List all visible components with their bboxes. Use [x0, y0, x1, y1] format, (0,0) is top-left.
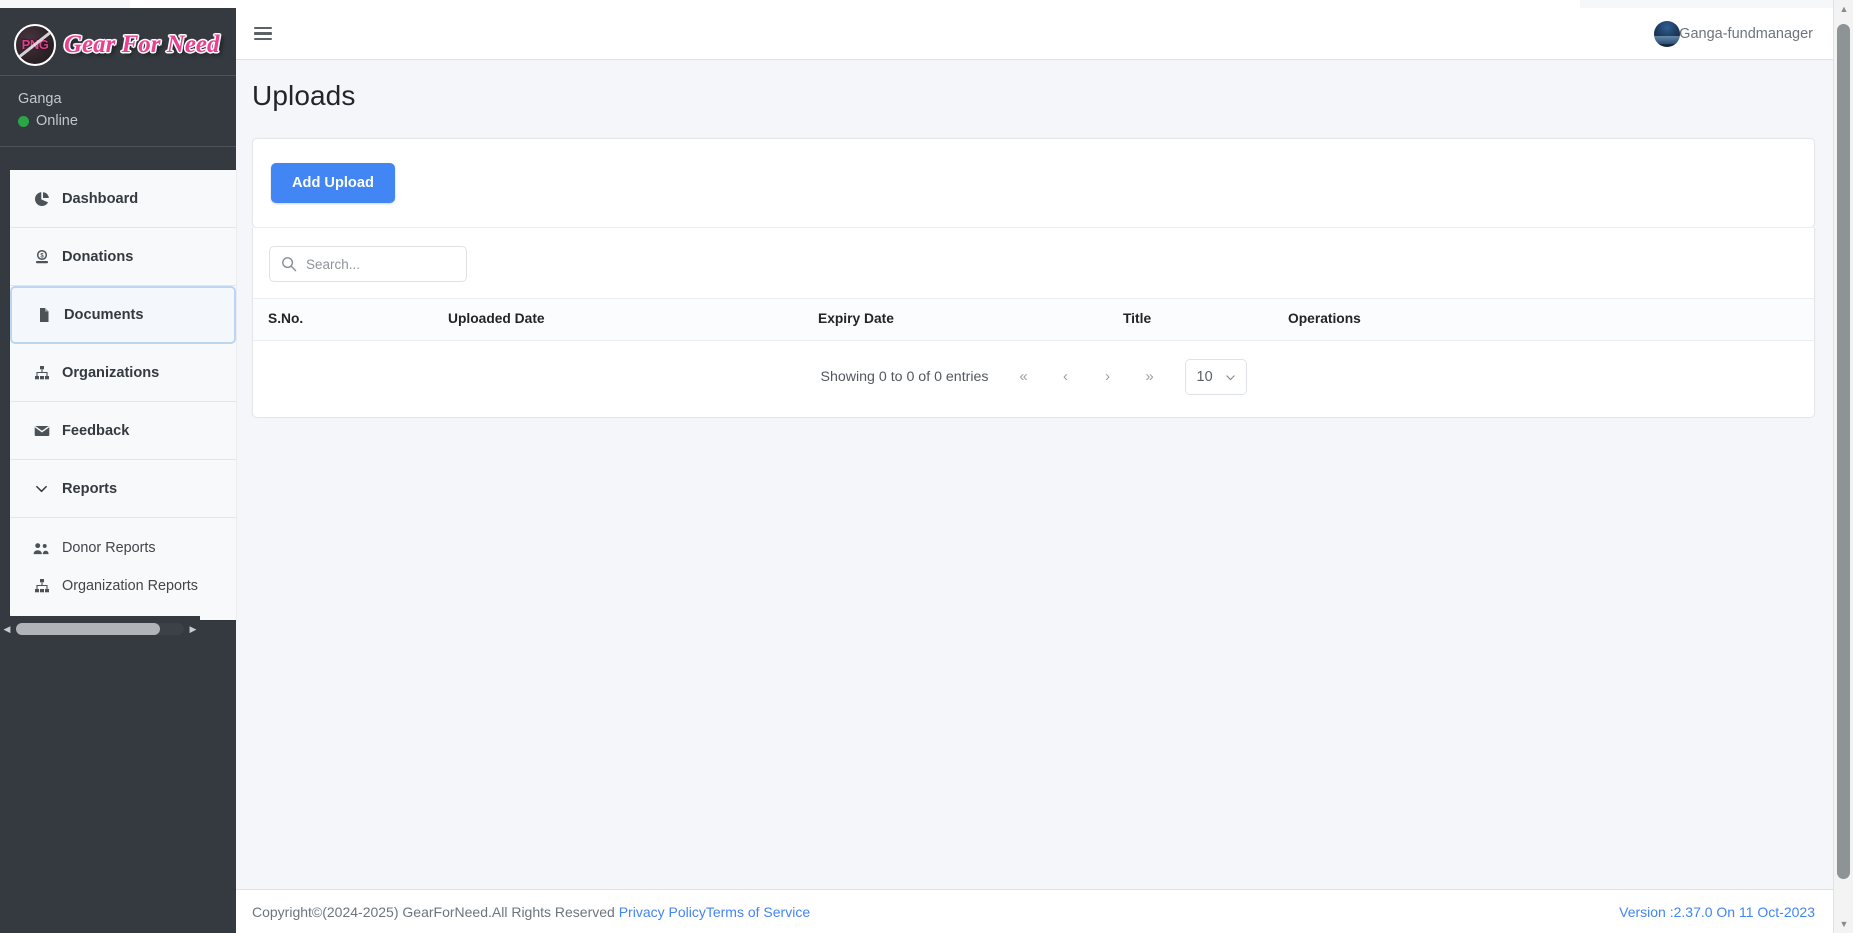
sidebar-user-status: Online [18, 110, 236, 132]
privacy-policy-link[interactable]: Privacy Policy [619, 904, 706, 920]
header-user-name: Ganga-fundmanager [1679, 25, 1813, 42]
user-menu[interactable]: Ganga-fundmanager [1654, 20, 1813, 47]
sidebar-item-label: Donations [62, 248, 134, 265]
top-header: Ganga-fundmanager [236, 8, 1833, 60]
scroll-down-arrow-icon[interactable]: ▼ [1834, 915, 1853, 933]
online-status-icon [18, 115, 29, 127]
pagination-first-button[interactable]: « [1003, 365, 1045, 389]
uploads-table-card: S.No. Uploaded Date Expiry Date Title Op… [252, 228, 1815, 418]
sidebar-subitem-label: Donor Reports [62, 540, 156, 556]
hamburger-bar [254, 38, 272, 41]
sidebar-item-label: Dashboard [62, 190, 139, 207]
sidebar: PNG Gear For Need Ganga Online Dashboard… [0, 8, 236, 933]
sidebar-item-organizations[interactable]: Organizations [10, 344, 236, 402]
sidebar-nav-list: Dashboard $ Donations Documents Organiza… [10, 170, 236, 620]
sidebar-scroll-track[interactable] [16, 623, 184, 635]
vertical-scroll-thumb[interactable] [1837, 24, 1850, 879]
add-upload-button[interactable]: Add Upload [271, 163, 395, 203]
sitemap-icon [32, 365, 51, 381]
pagination-next-button[interactable]: › [1087, 365, 1129, 389]
search-input[interactable] [304, 249, 454, 279]
sitemap-icon [32, 578, 51, 594]
actions-card: Add Upload [252, 138, 1815, 228]
sidebar-user-name: Ganga [18, 91, 62, 107]
scroll-left-arrow-icon[interactable]: ◀ [0, 616, 14, 642]
vertical-scroll-track[interactable] [1837, 18, 1850, 915]
footer-copyright-text: Copyright©(2024-2025) GearForNeed.All Ri… [252, 903, 619, 920]
brand-header[interactable]: PNG Gear For Need [0, 8, 236, 76]
pie-chart-icon [32, 191, 51, 207]
sidebar-item-documents[interactable]: Documents [10, 286, 236, 344]
footer-copyright: Copyright©(2024-2025) GearForNeed.All Ri… [252, 904, 810, 920]
sidebar-scroll-thumb[interactable] [16, 623, 161, 635]
column-header-operations[interactable]: Operations [1288, 298, 1814, 341]
terms-of-service-link[interactable]: Terms of Service [706, 904, 810, 920]
donation-stamp-icon: $ [32, 249, 51, 265]
pagination: Showing 0 to 0 of 0 entries « ‹ › » 10 [253, 341, 1814, 417]
search-box[interactable] [269, 246, 467, 282]
chevron-down-icon [1225, 374, 1235, 380]
avatar [1654, 20, 1681, 47]
sidebar-item-label: Documents [64, 307, 144, 323]
search-icon [282, 257, 297, 272]
sidebar-subnav: Donor Reports Organization Reports [10, 518, 236, 620]
page-size-select[interactable]: 10 [1184, 359, 1247, 395]
sidebar-user-panel: Ganga Online [0, 76, 236, 147]
sidebar-user-status-label: Online [36, 113, 78, 129]
sidebar-horizontal-scrollbar[interactable]: ◀ ▶ [0, 616, 200, 642]
column-header-sno[interactable]: S.No. [253, 298, 448, 341]
column-header-uploaded-date[interactable]: Uploaded Date [448, 298, 818, 341]
sidebar-item-label: Reports [62, 480, 118, 497]
sidebar-item-feedback[interactable]: Feedback [10, 402, 236, 460]
sidebar-item-reports[interactable]: Reports [10, 460, 236, 518]
pagination-last-button[interactable]: » [1129, 365, 1171, 389]
chevron-down-icon [32, 481, 51, 496]
sidebar-item-organization-reports[interactable]: Organization Reports [10, 566, 236, 606]
table-head: S.No. Uploaded Date Expiry Date Title Op… [253, 298, 1814, 341]
pagination-prev-button[interactable]: ‹ [1045, 365, 1087, 389]
sidebar-item-donations[interactable]: $ Donations [10, 228, 236, 286]
sidebar-item-label: Feedback [62, 422, 130, 439]
sidebar-item-donor-reports[interactable]: Donor Reports [10, 526, 236, 566]
scroll-up-arrow-icon[interactable]: ▲ [1834, 0, 1853, 18]
sidebar-nav: Dashboard $ Donations Documents Organiza… [10, 170, 236, 620]
sidebar-item-label: Organizations [62, 364, 160, 381]
brand-title: Gear For Need [64, 30, 220, 58]
table-header-row: S.No. Uploaded Date Expiry Date Title Op… [253, 298, 1814, 341]
scroll-right-arrow-icon[interactable]: ▶ [186, 616, 200, 642]
hamburger-bar [254, 26, 272, 29]
footer: Copyright©(2024-2025) GearForNeed.All Ri… [236, 889, 1833, 933]
hamburger-bar [254, 32, 272, 35]
main-content: Uploads Add Upload S.No. Uploaded Date E… [236, 60, 1833, 889]
page-vertical-scrollbar[interactable]: ▲ ▼ [1833, 0, 1853, 933]
png-circle-logo-icon: PNG [14, 23, 56, 66]
document-file-icon [34, 307, 53, 323]
footer-version: Version :2.37.0 On 11 Oct-2023 [1619, 903, 1815, 920]
hamburger-icon[interactable] [252, 19, 274, 48]
column-header-title[interactable]: Title [1123, 298, 1288, 341]
page-size-value: 10 [1196, 369, 1213, 385]
users-icon [32, 541, 51, 556]
pagination-showing-text: Showing 0 to 0 of 0 entries [820, 369, 989, 385]
envelope-icon [32, 423, 51, 439]
search-row [253, 228, 1814, 298]
sidebar-item-dashboard[interactable]: Dashboard [10, 170, 236, 228]
sidebar-subitem-label: Organization Reports [62, 578, 198, 594]
column-header-expiry-date[interactable]: Expiry Date [818, 298, 1123, 341]
page-title: Uploads [252, 80, 356, 111]
uploads-table: S.No. Uploaded Date Expiry Date Title Op… [253, 298, 1814, 341]
